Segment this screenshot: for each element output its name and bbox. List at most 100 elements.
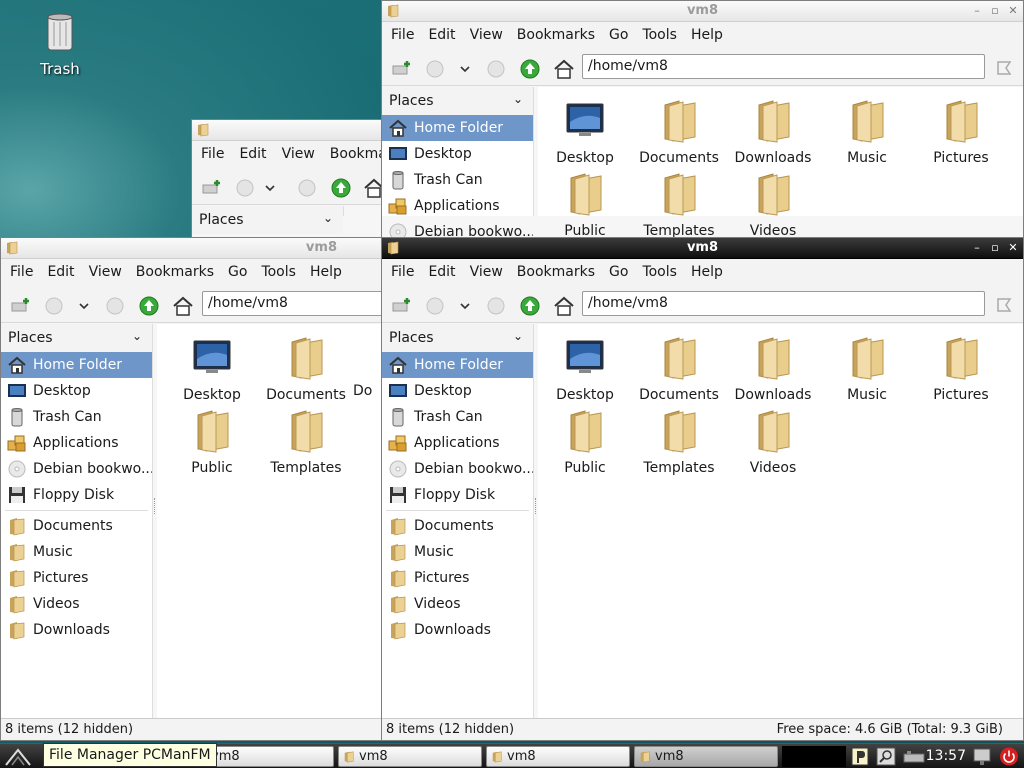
- sidebar-item-pictures[interactable]: Pictures: [382, 565, 533, 591]
- menu-edit[interactable]: Edit: [47, 264, 74, 280]
- file-item-downloads[interactable]: Downloads: [726, 97, 820, 166]
- taskbar-window-button[interactable]: vm8: [486, 746, 630, 767]
- close-icon[interactable]: ✕: [1007, 4, 1019, 18]
- file-item-templates[interactable]: Templates: [632, 407, 726, 476]
- file-manager-window-left[interactable]: vm8 File Edit View Bookmarks Go Tools He…: [0, 237, 382, 741]
- file-item-pictures[interactable]: Pictures: [914, 334, 1008, 403]
- menu-tools[interactable]: Tools: [642, 264, 677, 280]
- file-item-public[interactable]: Public: [538, 170, 632, 238]
- window-titlebar[interactable]: vm8 – ▫ ✕: [382, 238, 1023, 259]
- window-titlebar[interactable]: vm8 – ▫ ✕: [382, 1, 1023, 22]
- sidebar-item-applications[interactable]: Applications: [382, 193, 533, 219]
- taskbar-window-button-active[interactable]: vm8: [634, 746, 778, 767]
- places-header[interactable]: Places ⌄: [382, 324, 533, 352]
- forward-icon[interactable]: [104, 295, 126, 317]
- display-icon[interactable]: [972, 747, 992, 766]
- sidebar-item-desktop[interactable]: Desktop: [382, 141, 533, 167]
- file-item-templates[interactable]: Templates: [632, 170, 726, 238]
- sidebar-item-applications[interactable]: Applications: [382, 430, 533, 456]
- pager[interactable]: [782, 746, 846, 767]
- menu-edit[interactable]: Edit: [428, 27, 455, 43]
- sidebar-item-trash-can[interactable]: Trash Can: [382, 404, 533, 430]
- places-header[interactable]: Places ⌄: [1, 324, 152, 352]
- jump-icon[interactable]: [993, 295, 1015, 317]
- minimize-icon[interactable]: –: [971, 241, 983, 255]
- new-tab-icon[interactable]: [9, 295, 31, 317]
- file-item-documents[interactable]: Documents: [632, 97, 726, 166]
- sidebar-item-debian[interactable]: Debian bookwo...: [382, 456, 533, 482]
- home-icon[interactable]: [553, 58, 575, 80]
- sidebar-item-videos[interactable]: Videos: [382, 591, 533, 617]
- maximize-icon[interactable]: ▫: [989, 4, 1001, 18]
- chevron-down-icon[interactable]: [264, 177, 276, 199]
- minimize-icon[interactable]: –: [971, 4, 983, 18]
- sidebar-item-desktop[interactable]: Desktop: [382, 378, 533, 404]
- home-icon[interactable]: [553, 295, 575, 317]
- file-item-documents[interactable]: Documents: [632, 334, 726, 403]
- back-icon[interactable]: [424, 58, 446, 80]
- file-view[interactable]: Desktop Documents Do Public Templates: [157, 324, 381, 718]
- sidebar-item-documents[interactable]: Documents: [1, 513, 152, 539]
- up-icon[interactable]: [138, 295, 160, 317]
- menu-go[interactable]: Go: [228, 264, 247, 280]
- desktop-trash-icon[interactable]: Trash: [28, 12, 92, 78]
- up-icon[interactable]: [519, 295, 541, 317]
- menu-help[interactable]: Help: [691, 27, 723, 43]
- menu-view[interactable]: View: [282, 146, 315, 162]
- file-item-downloads[interactable]: Downloads: [726, 334, 820, 403]
- window-titlebar[interactable]: [192, 120, 390, 141]
- sidebar-item-floppy-disk[interactable]: Floppy Disk: [382, 482, 533, 508]
- search-icon[interactable]: [876, 747, 896, 766]
- sidebar-item-home-folder[interactable]: Home Folder: [382, 115, 533, 141]
- back-icon[interactable]: [234, 177, 256, 199]
- menu-bookmarks[interactable]: Bookmarks: [517, 264, 595, 280]
- forward-icon[interactable]: [485, 295, 507, 317]
- forward-icon[interactable]: [485, 58, 507, 80]
- path-input[interactable]: /home/vm8: [582, 291, 985, 316]
- sidebar-item-home-folder[interactable]: Home Folder: [1, 352, 152, 378]
- file-item-desktop[interactable]: Desktop: [538, 334, 632, 403]
- menu-tools[interactable]: Tools: [642, 27, 677, 43]
- file-item-downloads-partial[interactable]: Do: [353, 334, 381, 399]
- clock[interactable]: 13:57: [926, 748, 966, 764]
- chevron-down-icon[interactable]: [459, 295, 471, 317]
- chevron-down-icon[interactable]: [459, 58, 471, 80]
- network-icon[interactable]: [902, 747, 926, 766]
- sidebar-item-trash-can[interactable]: Trash Can: [382, 167, 533, 193]
- file-item-public[interactable]: Public: [538, 407, 632, 476]
- menu-file[interactable]: File: [201, 146, 224, 162]
- background-window[interactable]: File Edit View Bookmar Places ⌄: [191, 119, 391, 239]
- file-view[interactable]: Desktop Documents Downloads Music Pictur…: [538, 87, 1023, 238]
- maximize-icon[interactable]: ▫: [989, 241, 1001, 255]
- sidebar-item-floppy-disk[interactable]: Floppy Disk: [1, 482, 152, 508]
- path-input[interactable]: /home/vm8: [202, 291, 381, 316]
- menu-view[interactable]: View: [470, 264, 503, 280]
- sidebar-item-pictures[interactable]: Pictures: [1, 565, 152, 591]
- taskbar-window-button[interactable]: vm8: [338, 746, 482, 767]
- sidebar-item-downloads[interactable]: Downloads: [382, 617, 533, 643]
- menu-file[interactable]: File: [391, 27, 414, 43]
- file-item-documents[interactable]: Documents: [259, 334, 353, 403]
- menu-launcher-icon[interactable]: [4, 747, 38, 767]
- file-item-desktop[interactable]: Desktop: [538, 97, 632, 166]
- sidebar-item-debian[interactable]: Debian bookwo...: [382, 219, 533, 238]
- back-icon[interactable]: [43, 295, 65, 317]
- menu-help[interactable]: Help: [691, 264, 723, 280]
- window-titlebar[interactable]: vm8: [1, 238, 381, 259]
- sidebar-item-music[interactable]: Music: [1, 539, 152, 565]
- places-header[interactable]: Places ⌄: [192, 206, 343, 234]
- file-manager-window-active[interactable]: vm8 – ▫ ✕ File Edit View Bookmarks Go Tool…: [381, 237, 1024, 741]
- sidebar-item-downloads[interactable]: Downloads: [1, 617, 152, 643]
- file-view[interactable]: Desktop Documents Downloads Music Pictur…: [538, 324, 1023, 718]
- file-manager-window-top[interactable]: vm8 – ▫ ✕ File Edit View Bookmarks Go Tool…: [381, 0, 1024, 239]
- menu-file[interactable]: File: [10, 264, 33, 280]
- sidebar-item-applications[interactable]: Applications: [1, 430, 152, 456]
- menu-view[interactable]: View: [89, 264, 122, 280]
- file-item-desktop[interactable]: Desktop: [165, 334, 259, 403]
- pane-resize-handle[interactable]: [535, 498, 537, 514]
- path-input[interactable]: /home/vm8: [582, 54, 985, 79]
- sidebar-item-debian[interactable]: Debian bookwo...: [1, 456, 152, 482]
- menu-bookmarks[interactable]: Bookmarks: [136, 264, 214, 280]
- file-item-public[interactable]: Public: [165, 407, 259, 476]
- sidebar-item-trash-can[interactable]: Trash Can: [1, 404, 152, 430]
